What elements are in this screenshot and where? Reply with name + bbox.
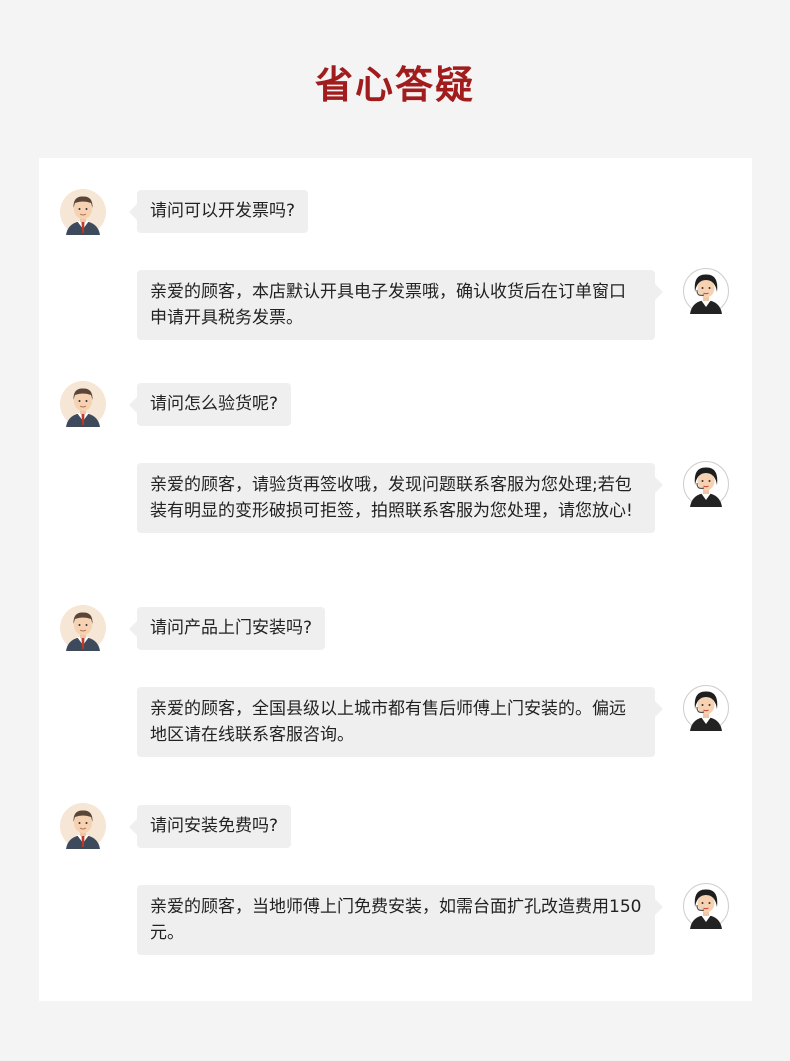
question-bubble: 请问安装免费吗? <box>128 805 292 848</box>
answer-bubble: 亲爱的顾客，当地师傅上门免费安装，如需台面扩孔改造费用150元。 <box>137 885 663 955</box>
answer-bubble: 亲爱的顾客，请验货再签收哦，发现问题联系客服为您处理;若包装有明显的变形破损可拒… <box>137 463 663 533</box>
service-agent-avatar-icon <box>683 461 729 507</box>
service-agent-avatar-icon <box>683 685 729 731</box>
service-agent-avatar-icon <box>683 883 729 929</box>
answer-bubble: 亲爱的顾客，全国县级以上城市都有售后师傅上门安装的。偏远地区请在线联系客服咨询。 <box>137 687 663 757</box>
customer-avatar-icon <box>60 381 106 427</box>
question-bubble: 请问产品上门安装吗? <box>128 607 326 650</box>
customer-avatar-icon <box>60 803 106 849</box>
customer-avatar-icon <box>60 189 106 235</box>
answer-bubble: 亲爱的顾客，本店默认开具电子发票哦，确认收货后在订单窗口申请开具税务发票。 <box>137 270 663 340</box>
page-title: 省心答疑 <box>314 63 475 107</box>
customer-avatar-icon <box>60 605 106 651</box>
faq-card: 请问可以开发票吗? 亲爱的顾客，本店默认开具电子发票哦，确认收货后在订单窗口申请… <box>39 158 752 1001</box>
question-bubble: 请问可以开发票吗? <box>128 190 309 233</box>
service-agent-avatar-icon <box>683 268 729 314</box>
question-bubble: 请问怎么验货呢? <box>128 383 292 426</box>
